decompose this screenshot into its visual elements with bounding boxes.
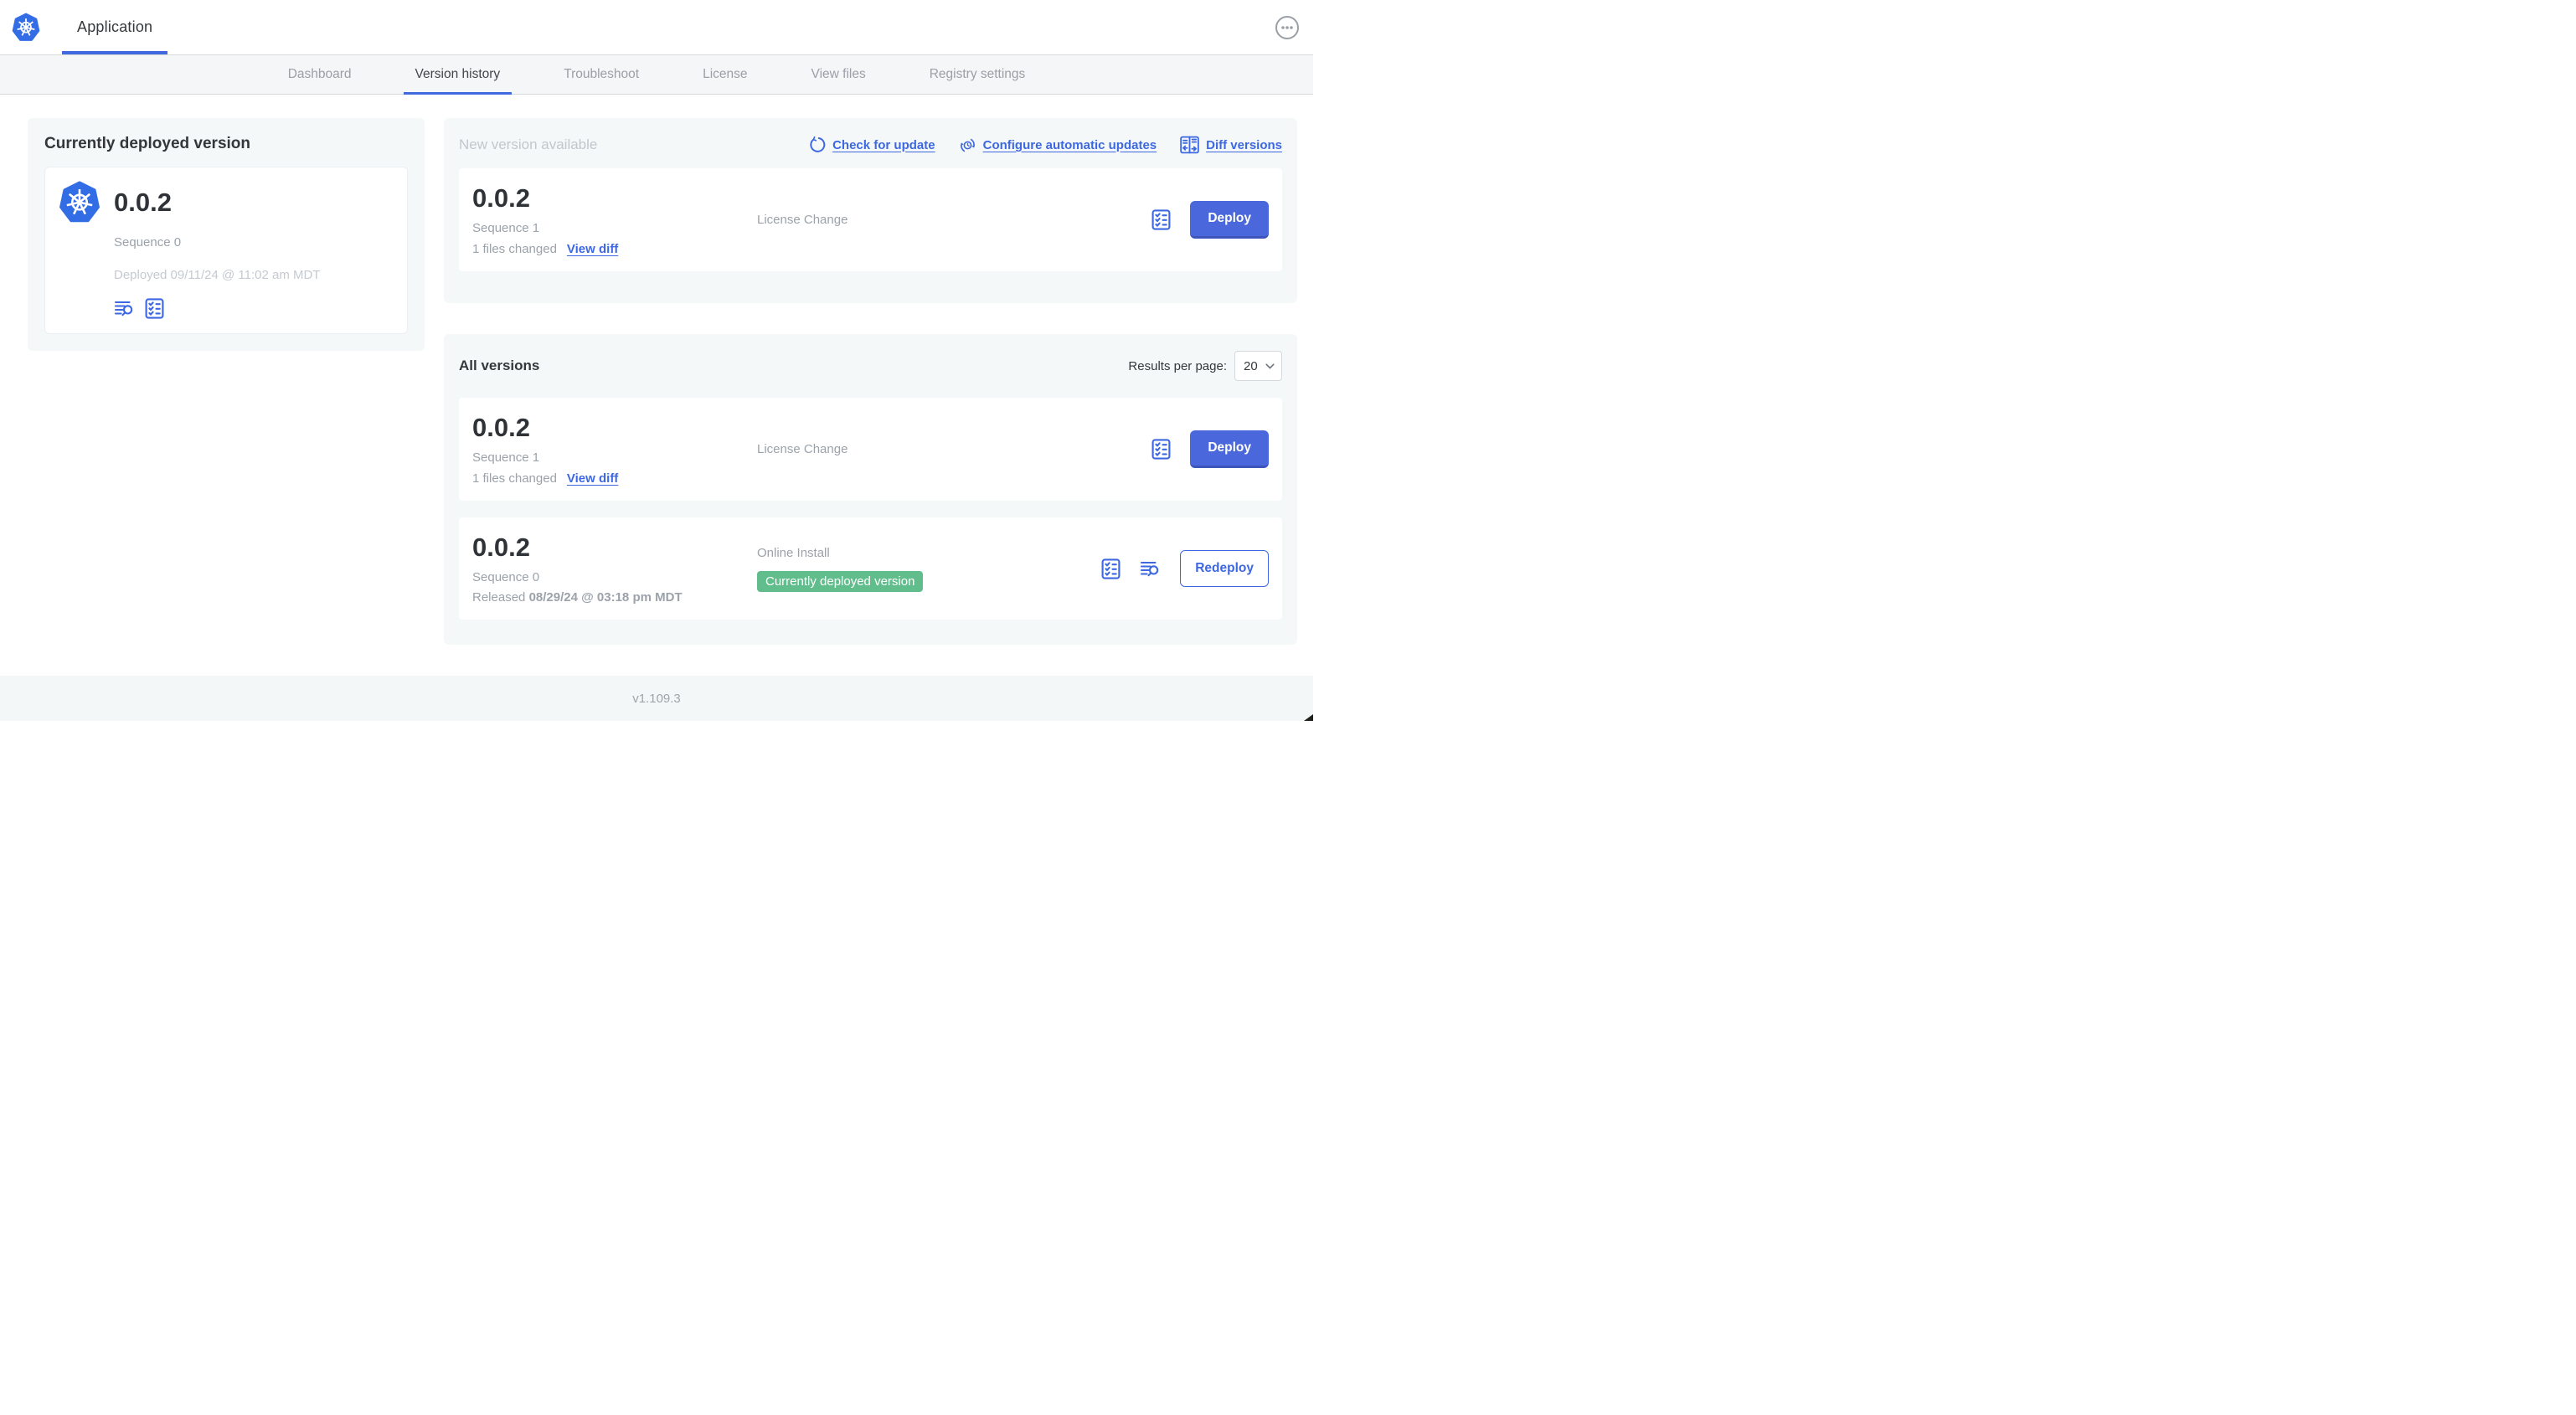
sequence-label: Sequence 1	[472, 450, 540, 465]
schedule-update-icon	[960, 138, 975, 152]
version-source-label: License Change	[757, 213, 848, 227]
preflight-checks-icon-button[interactable]	[1100, 558, 1122, 580]
tab-registry-settings[interactable]: Registry settings	[918, 55, 1038, 94]
diff-icon	[1180, 136, 1199, 154]
configure-automatic-updates-link[interactable]: Configure automatic updates	[959, 136, 1157, 154]
deployed-sequence: Sequence 0	[114, 235, 182, 250]
version-label: 0.0.2	[472, 183, 530, 213]
deploy-logs-icon-button[interactable]	[114, 298, 137, 319]
deploy-logs-icon-button[interactable]	[1140, 558, 1162, 579]
tab-version-history[interactable]: Version history	[403, 55, 513, 95]
logs-icon	[1141, 561, 1159, 576]
currently-deployed-badge: Currently deployed version	[757, 570, 924, 592]
version-history-page: Currently deployed version 0.0.2 Sequenc…	[0, 95, 1313, 676]
checklist-icon	[1151, 439, 1171, 460]
kubernetes-logo-icon	[12, 13, 40, 41]
results-per-page-label: Results per page:	[1128, 358, 1227, 373]
tab-license[interactable]: License	[691, 55, 759, 94]
new-version-panel: New version available Check for update C…	[444, 118, 1297, 303]
deployed-version-card: 0.0.2 Sequence 0 Deployed 09/11/24 @ 11:…	[44, 167, 408, 334]
preflight-checks-icon-button[interactable]	[143, 297, 166, 320]
version-source-label: License Change	[757, 442, 848, 456]
right-column: New version available Check for update C…	[444, 118, 1297, 645]
refresh-icon	[810, 136, 826, 152]
all-versions-panel: All versions Results per page: 20 0.0.2 …	[444, 334, 1297, 645]
currently-deployed-title: Currently deployed version	[44, 135, 251, 152]
version-row: 0.0.2 Sequence 0 Released 08/29/24 @ 03:…	[459, 517, 1282, 620]
page-footer: v1.109.3	[0, 676, 1313, 721]
view-diff-link[interactable]: View diff	[567, 242, 618, 256]
files-changed-label: 1 files changed	[472, 471, 557, 486]
app-icon	[59, 181, 100, 223]
checklist-icon	[1151, 209, 1171, 230]
checklist-icon	[145, 298, 164, 319]
tab-troubleshoot[interactable]: Troubleshoot	[552, 55, 651, 94]
version-source-label: Online Install	[757, 545, 830, 560]
version-label: 0.0.2	[472, 533, 530, 562]
new-version-row: 0.0.2 Sequence 1 1 files changed View di…	[459, 168, 1282, 271]
deploy-button[interactable]: Deploy	[1190, 201, 1269, 239]
check-for-update-link[interactable]: Check for update	[809, 136, 935, 153]
checklist-icon	[1101, 558, 1121, 579]
version-label: 0.0.2	[472, 413, 530, 442]
deployed-timestamp: Deployed 09/11/24 @ 11:02 am MDT	[114, 268, 321, 282]
version-row: 0.0.2 Sequence 1 1 files changed View di…	[459, 398, 1282, 501]
app-tab[interactable]: Application	[62, 0, 168, 54]
deployed-version-label: 0.0.2	[114, 188, 172, 217]
sequence-label: Sequence 1	[472, 221, 540, 235]
preflight-checks-icon-button[interactable]	[1150, 208, 1172, 231]
sequence-label: Sequence 0	[472, 570, 540, 584]
logs-icon	[114, 301, 133, 316]
app-title: Application	[77, 18, 153, 35]
diff-versions-link[interactable]: Diff versions	[1180, 136, 1282, 154]
view-diff-link[interactable]: View diff	[567, 471, 618, 486]
more-menu-button[interactable]	[1275, 15, 1299, 39]
files-changed-label: 1 files changed	[472, 242, 557, 256]
chevron-down-icon	[1265, 363, 1275, 368]
app-subnav: Dashboard Version history Troubleshoot L…	[0, 54, 1313, 95]
released-timestamp: Released 08/29/24 @ 03:18 pm MDT	[472, 590, 683, 605]
top-bar: Application	[0, 0, 1313, 54]
deploy-button[interactable]: Deploy	[1190, 430, 1269, 468]
tab-view-files[interactable]: View files	[800, 55, 878, 94]
results-per-page-select[interactable]: 20	[1234, 351, 1282, 381]
new-version-title: New version available	[459, 136, 598, 152]
preflight-checks-icon-button[interactable]	[1150, 438, 1172, 461]
currently-deployed-panel: Currently deployed version 0.0.2 Sequenc…	[28, 118, 425, 351]
tab-dashboard[interactable]: Dashboard	[276, 55, 363, 94]
ellipsis-icon	[1281, 25, 1293, 29]
kots-admin-console: Application Dashboard Version history Tr…	[0, 0, 1313, 721]
console-version: v1.109.3	[632, 691, 681, 706]
redeploy-button[interactable]: Redeploy	[1180, 550, 1269, 587]
all-versions-title: All versions	[459, 358, 540, 373]
